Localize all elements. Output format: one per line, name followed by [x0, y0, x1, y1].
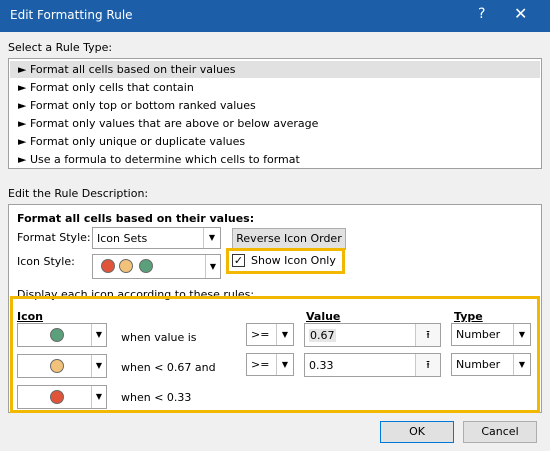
rule-type-label: Format only unique or duplicate values — [29, 135, 246, 148]
chevron-down-icon: ▼ — [205, 255, 220, 278]
rule-type-label: Format all cells based on their values — [29, 63, 236, 76]
format-subheading: Format all cells based on their values: — [17, 212, 255, 225]
operator-value: >= — [251, 328, 270, 341]
bullet-icon: ► — [18, 153, 27, 166]
bullet-icon: ► — [18, 63, 27, 76]
format-style-value: Icon Sets — [97, 232, 148, 245]
rule-type-item[interactable]: ► Format only cells that contain — [10, 79, 540, 96]
rule-type-label: Format only top or bottom ranked values — [29, 99, 256, 112]
yellow-circle-icon — [50, 359, 64, 373]
format-style-select[interactable]: Icon Sets ▼ — [92, 227, 221, 249]
rule-type-heading: Select a Rule Type: — [8, 41, 113, 54]
icon-select-row-1[interactable]: ▼ — [17, 323, 107, 347]
reverse-icon-order-button[interactable]: Reverse Icon Order — [232, 228, 346, 250]
chevron-down-icon: ▼ — [276, 324, 293, 345]
operator-select-row-1[interactable]: >= ▼ — [246, 323, 294, 346]
rule-type-label: Format only values that are above or bel… — [29, 117, 319, 130]
bullet-icon: ► — [18, 135, 27, 148]
show-icon-only-checkbox[interactable]: ✓ — [232, 254, 245, 267]
bullet-icon: ► — [18, 81, 27, 94]
type-value: Number — [456, 358, 501, 371]
icon-style-select[interactable]: ▼ — [92, 254, 221, 279]
chevron-down-icon: ▼ — [513, 354, 530, 375]
chevron-down-icon: ▼ — [513, 324, 530, 345]
chevron-down-icon: ▼ — [276, 354, 293, 375]
condition-text-row-2: when < 0.67 and — [121, 361, 216, 374]
value-input-row-1[interactable]: 0.67 ⭱ — [304, 323, 441, 347]
rule-type-item[interactable]: ► Format all cells based on their values — [10, 61, 540, 78]
icon-select-row-2[interactable]: ▼ — [17, 354, 107, 378]
green-circle-icon — [50, 328, 64, 342]
bullet-icon: ► — [18, 99, 27, 112]
operator-value: >= — [251, 358, 270, 371]
type-select-row-1[interactable]: Number ▼ — [451, 323, 531, 346]
rule-type-item[interactable]: ► Format only unique or duplicate values — [10, 133, 540, 150]
rule-type-item[interactable]: ► Use a formula to determine which cells… — [10, 151, 540, 168]
help-icon[interactable]: ? — [478, 6, 485, 22]
green-circle-icon — [139, 259, 153, 273]
icon-style-label: Icon Style: — [17, 255, 75, 268]
ok-button[interactable]: OK — [380, 421, 454, 443]
range-selector-icon[interactable]: ⭱ — [415, 324, 440, 346]
value-input-row-2[interactable]: 0.33 ⭱ — [304, 353, 441, 377]
cancel-button[interactable]: Cancel — [463, 421, 537, 443]
rule-type-list[interactable]: ► Format all cells based on their values… — [8, 58, 542, 169]
value-text: 0.33 — [309, 359, 334, 372]
range-selector-icon[interactable]: ⭱ — [415, 354, 440, 376]
rule-type-label: Use a formula to determine which cells t… — [29, 153, 300, 166]
chevron-down-icon: ▼ — [91, 355, 106, 377]
close-icon[interactable]: ✕ — [514, 4, 527, 23]
value-column-header: Value — [306, 310, 341, 323]
rule-description-heading: Edit the Rule Description: — [8, 187, 149, 200]
value-text: 0.67 — [309, 329, 336, 342]
condition-text-row-1: when value is — [121, 331, 197, 344]
format-style-label: Format Style: — [17, 231, 91, 244]
rule-type-item[interactable]: ► Format only values that are above or b… — [10, 115, 540, 132]
type-column-header: Type — [454, 310, 483, 323]
type-select-row-2[interactable]: Number ▼ — [451, 353, 531, 376]
red-circle-icon — [50, 390, 64, 404]
chevron-down-icon: ▼ — [91, 386, 106, 408]
type-value: Number — [456, 328, 501, 341]
show-icon-only-label: Show Icon Only — [251, 254, 336, 267]
title-bar: Edit Formatting Rule ? ✕ — [0, 0, 550, 32]
icon-select-row-3[interactable]: ▼ — [17, 385, 107, 409]
red-circle-icon — [101, 259, 115, 273]
condition-text-row-3: when < 0.33 — [121, 391, 192, 404]
chevron-down-icon: ▼ — [203, 228, 220, 248]
rule-type-label: Format only cells that contain — [29, 81, 194, 94]
chevron-down-icon: ▼ — [91, 324, 106, 346]
window-title: Edit Formatting Rule — [10, 8, 133, 22]
bullet-icon: ► — [18, 117, 27, 130]
icon-column-header: Icon — [17, 310, 44, 323]
rule-type-item[interactable]: ► Format only top or bottom ranked value… — [10, 97, 540, 114]
operator-select-row-2[interactable]: >= ▼ — [246, 353, 294, 376]
yellow-circle-icon — [119, 259, 133, 273]
